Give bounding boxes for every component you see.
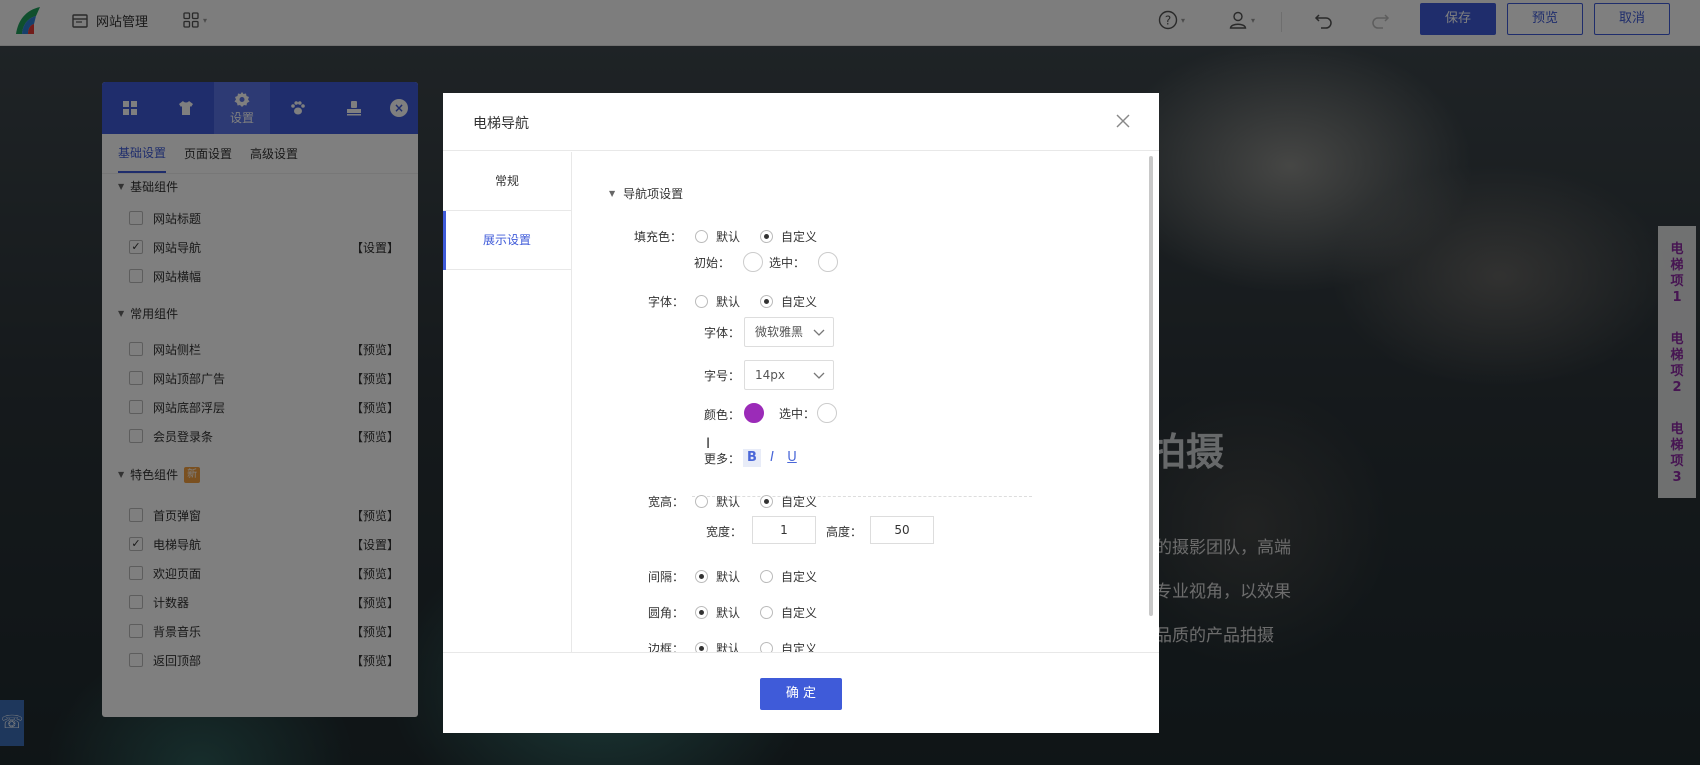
border-radio-group: 默认 自定义 (695, 640, 837, 652)
font-color-selected-picker[interactable] (817, 403, 837, 423)
section-title: 导航项设置 (623, 187, 684, 201)
radio-custom[interactable] (760, 295, 774, 308)
fill-color-label: 填充色： (634, 230, 683, 244)
side-tab-general[interactable]: 常规 (443, 152, 571, 211)
scrollbar[interactable] (1149, 156, 1153, 616)
height-input[interactable]: 50 (870, 516, 934, 544)
radio-default[interactable] (695, 230, 708, 243)
fill-initial-color-picker[interactable] (743, 252, 763, 272)
radius-label: 圆角： (648, 606, 685, 620)
font-size-select[interactable]: 14px (744, 360, 834, 390)
dialog-footer: 确 定 (443, 652, 1159, 733)
border-label: 边框： (648, 642, 685, 652)
radio-custom[interactable] (760, 642, 774, 652)
bold-icon[interactable]: B (743, 449, 761, 467)
radio-label: 默认 (716, 295, 741, 309)
font-radio-group: 默认 自定义 (695, 293, 837, 310)
radio-label: 自定义 (781, 642, 818, 652)
radius-radio-group: 默认 自定义 (695, 604, 837, 621)
dialog-title: 电梯导航 (473, 116, 529, 132)
elevator-nav-dialog: 电梯导航 常规 展示设置 ▼ 导航项设置 填充色： 默认 自定义 初始： 选中：… (443, 93, 1159, 733)
font-family-value: 微软雅黑 (755, 325, 804, 339)
radio-custom[interactable] (760, 230, 774, 243)
italic-icon[interactable]: I (763, 449, 781, 467)
underline-icon[interactable]: U (783, 449, 801, 467)
radio-default[interactable] (695, 606, 708, 619)
height-label: 高度： (826, 525, 863, 539)
dialog-side-nav: 常规 展示设置 (443, 152, 572, 652)
radio-label: 自定义 (781, 230, 818, 244)
size-label: 宽高： (648, 495, 685, 509)
radio-default[interactable] (695, 495, 708, 508)
radio-custom[interactable] (760, 570, 774, 583)
dialog-header: 电梯导航 (443, 93, 1159, 151)
fill-selected-color-picker[interactable] (818, 252, 838, 272)
font-color-label: 颜色： (704, 408, 741, 422)
spacing-label: 间隔： (648, 570, 685, 584)
radio-custom[interactable] (760, 606, 774, 619)
caret-down-icon: ▼ (609, 189, 616, 198)
radio-label: 自定义 (781, 495, 818, 509)
more-format-label: 更多： (704, 452, 741, 466)
width-label: 宽度： (706, 525, 743, 539)
chevron-down-icon (813, 372, 825, 379)
radio-custom[interactable] (760, 495, 774, 508)
fill-initial-label: 初始： (694, 256, 731, 270)
radio-default[interactable] (695, 570, 708, 583)
close-icon[interactable] (1113, 111, 1133, 131)
font-family-select[interactable]: 微软雅黑 (744, 317, 834, 347)
chevron-down-icon (813, 329, 825, 336)
fill-color-radio-group: 默认 自定义 (695, 228, 837, 245)
radio-label: 默认 (716, 230, 741, 244)
dialog-body: ▼ 导航项设置 填充色： 默认 自定义 初始： 选中： 字体： 默认 自定义 字… (572, 152, 1159, 652)
width-input[interactable]: 1 (752, 516, 816, 544)
radio-default[interactable] (695, 295, 708, 308)
radio-label: 默认 (716, 606, 741, 620)
radio-default[interactable] (695, 642, 708, 652)
font-size-label: 字号： (704, 369, 741, 383)
radio-label: 自定义 (781, 295, 818, 309)
fill-selected-label: 选中： (769, 256, 806, 270)
spacing-radio-group: 默认 自定义 (695, 568, 837, 585)
radio-label: 默认 (716, 495, 741, 509)
font-family-label: 字体： (704, 326, 741, 340)
font-color-picker[interactable] (744, 403, 764, 423)
radio-label: 默认 (716, 570, 741, 584)
section-nav-items[interactable]: ▼ 导航项设置 (609, 185, 683, 202)
font-size-value: 14px (755, 368, 785, 382)
radio-label: 默认 (716, 642, 741, 652)
font-label: 字体： (648, 295, 685, 309)
side-tab-display[interactable]: 展示设置 (443, 211, 571, 270)
size-radio-group: 默认 自定义 (695, 493, 837, 510)
radio-label: 自定义 (781, 606, 818, 620)
confirm-button[interactable]: 确 定 (760, 678, 842, 710)
radio-label: 自定义 (781, 570, 818, 584)
font-color-selected-label: 选中： (779, 407, 816, 421)
